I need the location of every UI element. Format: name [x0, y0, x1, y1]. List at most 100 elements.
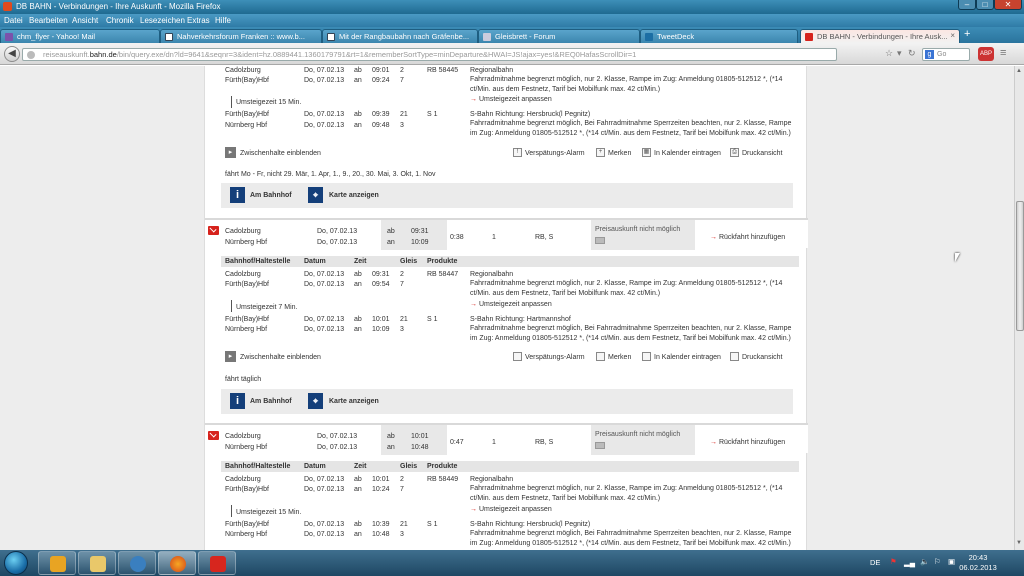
- maximize-button[interactable]: □: [976, 0, 994, 10]
- calendar-icon: ▦: [642, 148, 651, 157]
- dropdown-arrow-icon[interactable]: ▾: [897, 48, 902, 59]
- forum-icon: [327, 33, 335, 41]
- kalender-link[interactable]: In Kalender eintragen: [654, 149, 721, 158]
- menu-datei[interactable]: Datei: [4, 16, 23, 25]
- scroll-thumb[interactable]: [1016, 201, 1024, 331]
- start-button[interactable]: [4, 551, 28, 575]
- taskbar-file-explorer[interactable]: [78, 551, 116, 575]
- merken-link[interactable]: Merken: [608, 149, 631, 158]
- umsteigezeit-anpassen-link[interactable]: → Umsteigezeit anpassen: [470, 95, 552, 104]
- google-icon: g: [925, 50, 934, 59]
- flag-icon[interactable]: ⚑: [890, 557, 897, 566]
- zwischenhalte-link[interactable]: Zwischenhalte einblenden: [240, 149, 321, 158]
- paint-icon: [210, 556, 226, 572]
- tab-bar: chm_flyer - Yahoo! Mail Nahverkehrsforum…: [0, 27, 1024, 43]
- minimize-button[interactable]: –: [958, 0, 976, 10]
- taskbar-paint[interactable]: [198, 551, 236, 575]
- expand-envelope-icon[interactable]: [208, 226, 219, 235]
- druckansicht-link[interactable]: Druckansicht: [742, 149, 782, 158]
- price-icon: [595, 237, 605, 244]
- navigation-bar: ◀ reiseauskunft.bahn.de/bin/query.exe/dn…: [0, 43, 1024, 65]
- menu-ansicht[interactable]: Ansicht: [72, 16, 98, 25]
- tab-tweetdeck[interactable]: TweetDeck: [640, 29, 798, 43]
- duration: 0:47: [450, 439, 464, 446]
- connection-summary[interactable]: Cadolzburg Nürnberg Hbf Do, 07.02.13 Do,…: [205, 423, 808, 455]
- adblock-button[interactable]: ABP: [978, 47, 994, 61]
- reload-icon[interactable]: ↻: [908, 48, 916, 59]
- scroll-down-icon[interactable]: ▼: [1016, 540, 1022, 546]
- alarm-icon: [513, 352, 522, 361]
- kalender-link[interactable]: In Kalender eintragen: [654, 353, 721, 362]
- rueckfahrt-link[interactable]: → Rückfahrt hinzufügen: [710, 438, 785, 447]
- menu-chronik[interactable]: Chronik: [106, 16, 134, 25]
- search-input[interactable]: g Go: [922, 48, 970, 61]
- tab-rangbaubahn[interactable]: Mit der Rangbaubahn nach Gräfenbe...: [322, 29, 478, 43]
- menu-icon[interactable]: ≡: [1000, 47, 1006, 59]
- volume-icon[interactable]: 🔈: [920, 557, 929, 566]
- page-viewport: Cadolzburg Fürth(Bay)Hbf Do, 07.02.13 Do…: [0, 66, 1014, 550]
- am-bahnhof-link[interactable]: Am Bahnhof: [250, 397, 292, 406]
- karte-anzeigen-link[interactable]: Karte anzeigen: [329, 191, 379, 200]
- language-indicator[interactable]: DE: [870, 558, 880, 567]
- transfer-time: Umsteigezeit 15 Min.: [236, 99, 302, 106]
- bookmark-star-icon[interactable]: ☆: [885, 48, 893, 59]
- menu-bearbeiten[interactable]: Bearbeiten: [29, 16, 68, 25]
- tab-yahoo-mail[interactable]: chm_flyer - Yahoo! Mail: [0, 29, 160, 43]
- verspaetungs-alarm-link[interactable]: Verspätungs-Alarm: [525, 149, 585, 158]
- signal-icon[interactable]: ▂▄: [904, 558, 915, 567]
- price-info: Preisauskunft nicht möglich: [595, 226, 681, 233]
- url-bar[interactable]: reiseauskunft.bahn.de/bin/query.exe/dn?l…: [22, 48, 837, 61]
- network-icon: [130, 556, 146, 572]
- window-titlebar: DB BAHN - Verbindungen - Ihre Auskunft -…: [0, 0, 1024, 14]
- products: RB, S: [535, 439, 554, 446]
- expand-icon[interactable]: ▸: [225, 147, 236, 158]
- info-icon: i: [230, 393, 245, 409]
- merken-link[interactable]: Merken: [608, 353, 631, 362]
- connection-summary[interactable]: Cadolzburg Nürnberg Hbf Do, 07.02.13 Do,…: [205, 218, 808, 250]
- details-header: Bahnhof/Haltestelle Datum Zeit Gleis Pro…: [221, 256, 799, 267]
- tab-db-bahn[interactable]: DB BAHN - Verbindungen - Ihre Ausk... ×: [800, 29, 960, 43]
- umsteigezeit-anpassen-link[interactable]: → Umsteigezeit anpassen: [470, 300, 552, 309]
- karte-anzeigen-link[interactable]: Karte anzeigen: [329, 397, 379, 406]
- media-player-icon: [50, 556, 66, 572]
- page-scrollbar[interactable]: ▲ ▼: [1014, 66, 1024, 550]
- scroll-up-icon[interactable]: ▲: [1016, 68, 1022, 74]
- tab-gleisbrett[interactable]: Gleisbrett - Forum: [478, 29, 640, 43]
- details-header: Bahnhof/Haltestelle Datum Zeit Gleis Pro…: [221, 461, 799, 472]
- rueckfahrt-link[interactable]: → Rückfahrt hinzufügen: [710, 233, 785, 242]
- taskbar-media-player[interactable]: [38, 551, 76, 575]
- map-icon: ⌖: [308, 393, 323, 409]
- transfer-time: Umsteigezeit 7 Min.: [236, 304, 298, 311]
- service-note: fährt Mo - Fr, nicht 29. Mär, 1. Apr, 1.…: [225, 171, 436, 178]
- new-tab-button[interactable]: +: [964, 28, 970, 40]
- changes: 1: [492, 439, 496, 446]
- tab-nahverkehrsforum[interactable]: Nahverkehrsforum Franken :: www.b...: [160, 29, 322, 43]
- station-links-row: i Am Bahnhof ⌖ Karte anzeigen: [221, 183, 793, 208]
- verspaetungs-alarm-link[interactable]: Verspätungs-Alarm: [525, 353, 585, 362]
- map-icon: ⌖: [308, 187, 323, 203]
- menu-extras[interactable]: Extras: [187, 16, 210, 25]
- mouse-cursor-icon: [955, 253, 960, 262]
- forum-icon: [165, 33, 173, 41]
- zwischenhalte-link[interactable]: Zwischenhalte einblenden: [240, 353, 321, 362]
- clock[interactable]: 20:43 06.02.2013: [938, 553, 1018, 573]
- menu-lesezeichen[interactable]: Lesezeichen: [140, 16, 185, 25]
- folder-icon: [90, 556, 106, 572]
- umsteigezeit-anpassen-link[interactable]: → Umsteigezeit anpassen: [470, 505, 552, 514]
- menu-hilfe[interactable]: Hilfe: [215, 16, 231, 25]
- service-note: fährt täglich: [225, 376, 262, 383]
- taskbar-firefox[interactable]: [158, 551, 196, 575]
- am-bahnhof-link[interactable]: Am Bahnhof: [250, 191, 292, 200]
- expand-icon[interactable]: ▸: [225, 351, 236, 362]
- close-button[interactable]: ✕: [994, 0, 1022, 10]
- duration: 0:38: [450, 234, 464, 241]
- taskbar-network[interactable]: [118, 551, 156, 575]
- expand-envelope-icon[interactable]: [208, 431, 219, 440]
- changes: 1: [492, 234, 496, 241]
- firefox-icon: [170, 556, 186, 572]
- windows-taskbar: DE ⚑ ▂▄ 🔈 ⚐ ▣ 20:43 06.02.2013: [0, 550, 1024, 576]
- products: RB, S: [535, 234, 554, 241]
- close-tab-icon[interactable]: ×: [950, 31, 955, 40]
- druckansicht-link[interactable]: Druckansicht: [742, 353, 782, 362]
- back-button[interactable]: ◀: [4, 46, 20, 62]
